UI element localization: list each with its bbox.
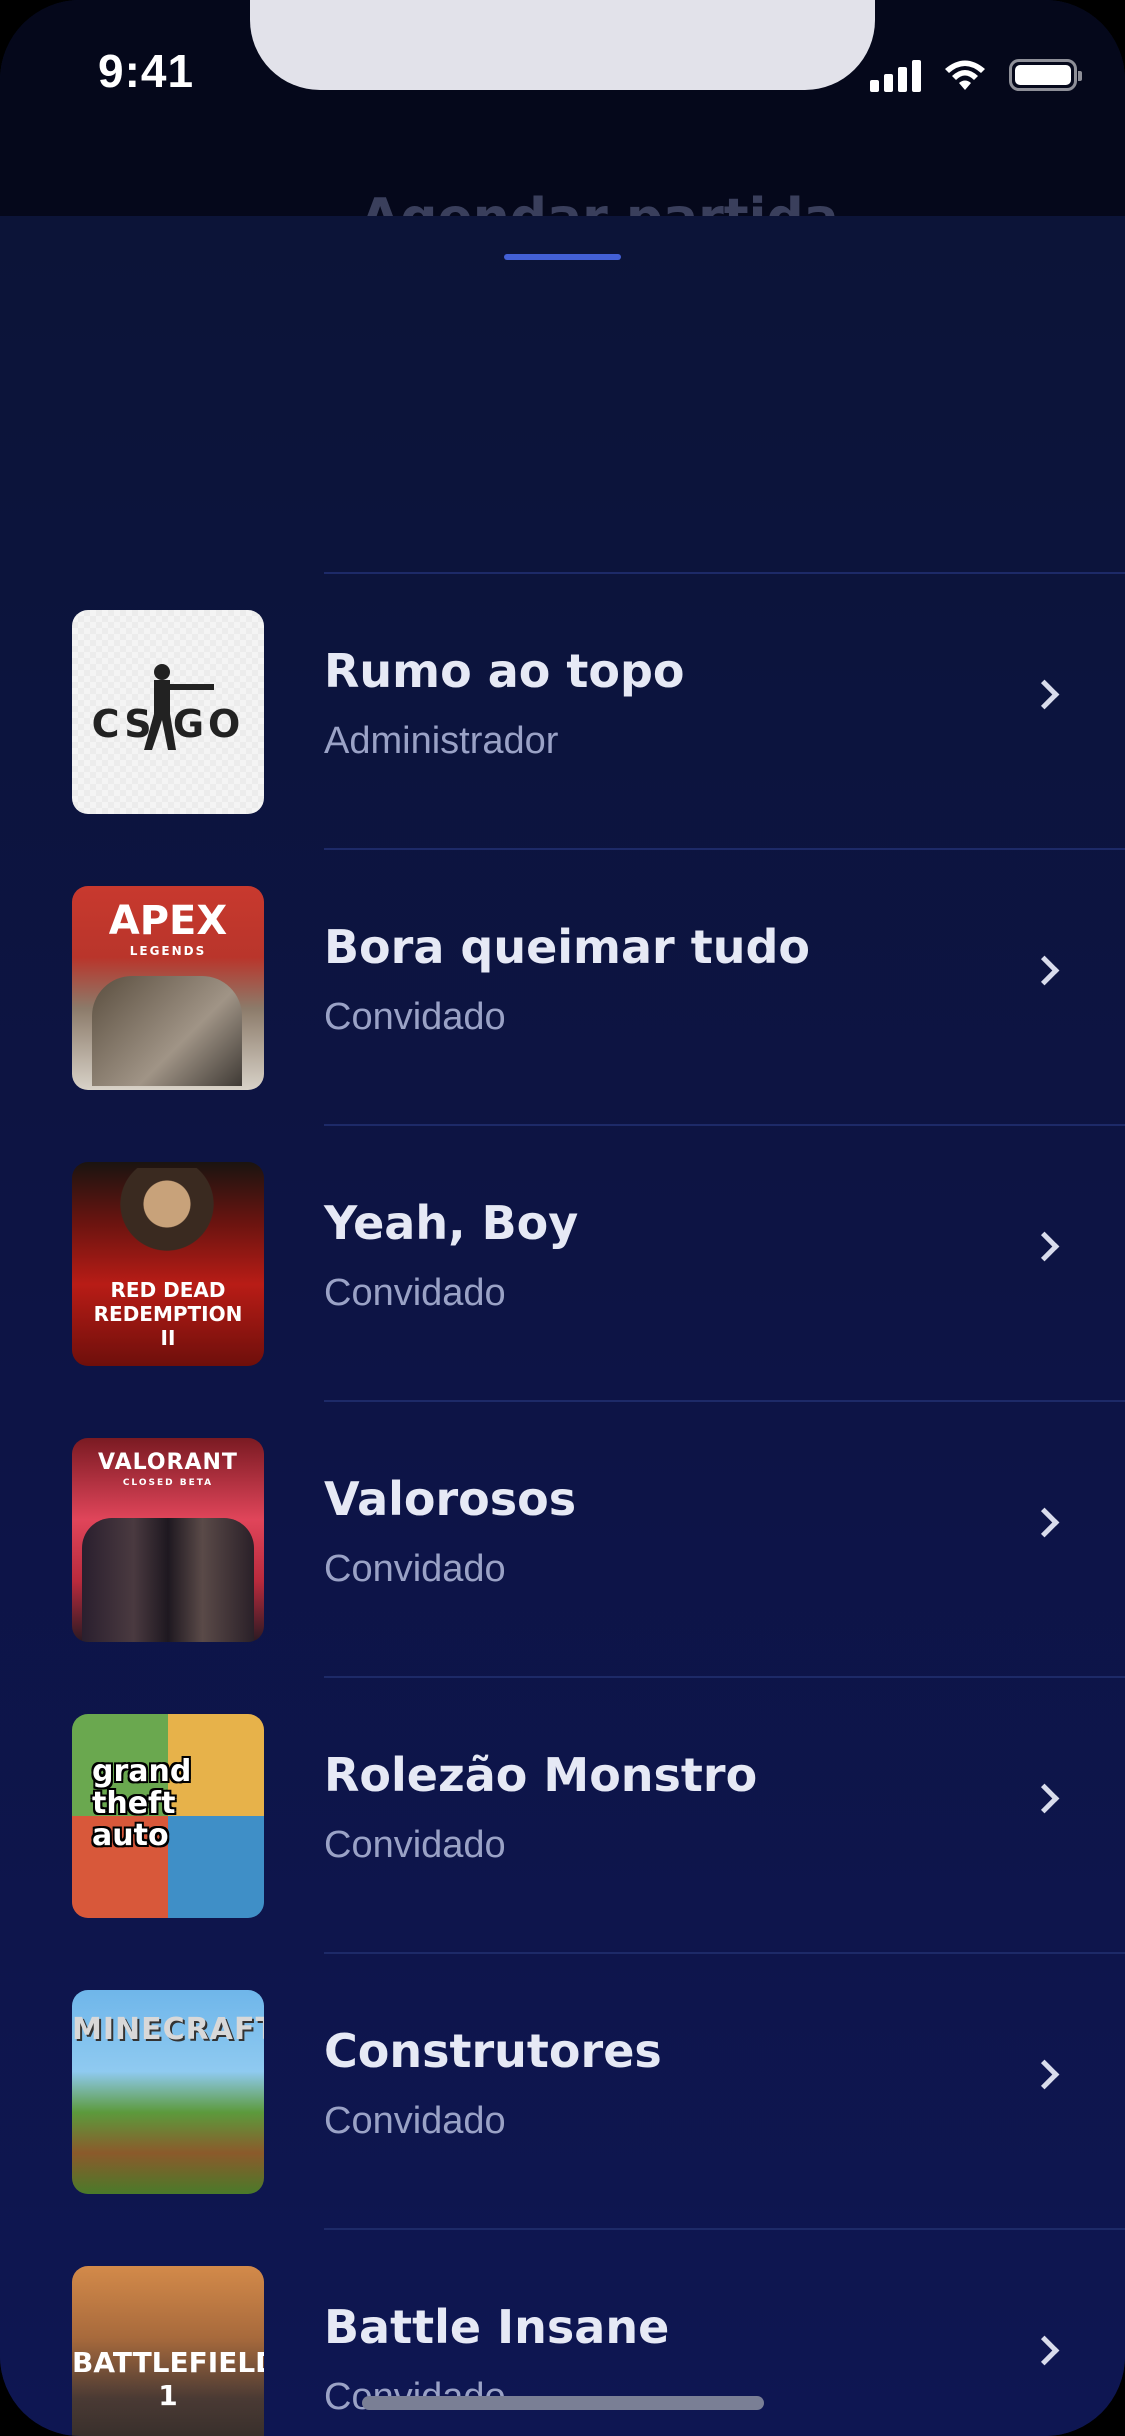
game-thumbnail-valorant: VALORANT CLOSED BETA xyxy=(72,1438,264,1642)
notch xyxy=(250,0,875,90)
group-list: CS GO Rumo ao topo Administrador APEX LE… xyxy=(0,572,1125,2436)
game-thumbnail-label: RED DEAD REDEMPTION II xyxy=(93,1278,243,1350)
cowboy-art xyxy=(112,1168,222,1258)
battery-icon xyxy=(1009,59,1082,91)
chevron-right-icon xyxy=(1029,2335,1060,2366)
group-list-item[interactable]: VALORANT CLOSED BETA Valorosos Convidado xyxy=(0,1400,1125,1676)
wifi-icon xyxy=(945,60,985,90)
group-name: Rumo ao topo xyxy=(324,644,685,698)
divider xyxy=(324,1124,1125,1126)
group-name: Construtores xyxy=(324,2024,662,2078)
game-thumbnail-label: APEX xyxy=(108,898,228,944)
game-thumbnail-label: CS GO xyxy=(91,702,245,746)
game-characters-art xyxy=(92,976,242,1086)
divider xyxy=(324,1676,1125,1678)
status-time: 9:41 xyxy=(98,45,195,97)
game-thumbnail-csgo: CS GO xyxy=(72,610,264,814)
cellular-signal-icon xyxy=(870,58,921,92)
bottom-sheet: CS GO Rumo ao topo Administrador APEX LE… xyxy=(0,216,1125,2436)
group-name: Valorosos xyxy=(324,1472,577,1526)
group-role: Convidado xyxy=(324,1824,506,1866)
chevron-right-icon xyxy=(1029,1507,1060,1538)
group-role: Convidado xyxy=(324,2100,506,2142)
game-thumbnail-label: MINECRAFT xyxy=(72,2012,264,2047)
divider xyxy=(324,1952,1125,1954)
group-name: Yeah, Boy xyxy=(324,1196,579,1250)
group-list-item[interactable]: CS GO Rumo ao topo Administrador xyxy=(0,572,1125,848)
group-role: Convidado xyxy=(324,1272,506,1314)
game-thumbnail-label: BATTLEFIELD 1 xyxy=(72,2346,264,2412)
chevron-right-icon xyxy=(1029,2059,1060,2090)
game-thumbnail-apex: APEX LEGENDS xyxy=(72,886,264,1090)
chevron-right-icon xyxy=(1029,955,1060,986)
group-role: Convidado xyxy=(324,1548,506,1590)
divider xyxy=(324,2228,1125,2230)
game-thumbnail-sublabel: LEGENDS xyxy=(129,944,207,958)
group-name: Bora queimar tudo xyxy=(324,920,810,974)
game-thumbnail-minecraft: MINECRAFT xyxy=(72,1990,264,2194)
group-list-item[interactable]: RED DEAD REDEMPTION II Yeah, Boy Convida… xyxy=(0,1124,1125,1400)
group-name: Rolezão Monstro xyxy=(324,1748,758,1802)
agents-art xyxy=(82,1518,254,1642)
chevron-right-icon xyxy=(1029,1231,1060,1262)
divider xyxy=(324,572,1125,574)
group-list-item[interactable]: grand theft auto Rolezão Monstro Convida… xyxy=(0,1676,1125,1952)
game-thumbnail-label: VALORANT xyxy=(98,1450,238,1475)
status-icons xyxy=(870,52,1082,98)
phone-screen: 9:41 ← Agendar partida xyxy=(0,0,1125,2436)
game-thumbnail-label: grand theft auto xyxy=(92,1754,192,1853)
divider xyxy=(324,1400,1125,1402)
game-thumbnail-gta: grand theft auto xyxy=(72,1714,264,1918)
divider xyxy=(324,848,1125,850)
sheet-drag-handle[interactable] xyxy=(504,254,621,260)
group-name: Battle Insane xyxy=(324,2300,670,2354)
chevron-right-icon xyxy=(1029,1783,1060,1814)
group-list-item[interactable]: APEX LEGENDS Bora queimar tudo Convidado xyxy=(0,848,1125,1124)
group-role: Administrador xyxy=(324,720,559,762)
game-thumbnail-rdr2: RED DEAD REDEMPTION II xyxy=(72,1162,264,1366)
group-role: Convidado xyxy=(324,996,506,1038)
group-list-item[interactable]: MINECRAFT Construtores Convidado xyxy=(0,1952,1125,2228)
chevron-right-icon xyxy=(1029,679,1060,710)
game-thumbnail-sublabel: CLOSED BETA xyxy=(122,1478,214,1488)
home-indicator[interactable] xyxy=(362,2396,764,2410)
game-thumbnail-battlefield: BATTLEFIELD 1 xyxy=(72,2266,264,2436)
